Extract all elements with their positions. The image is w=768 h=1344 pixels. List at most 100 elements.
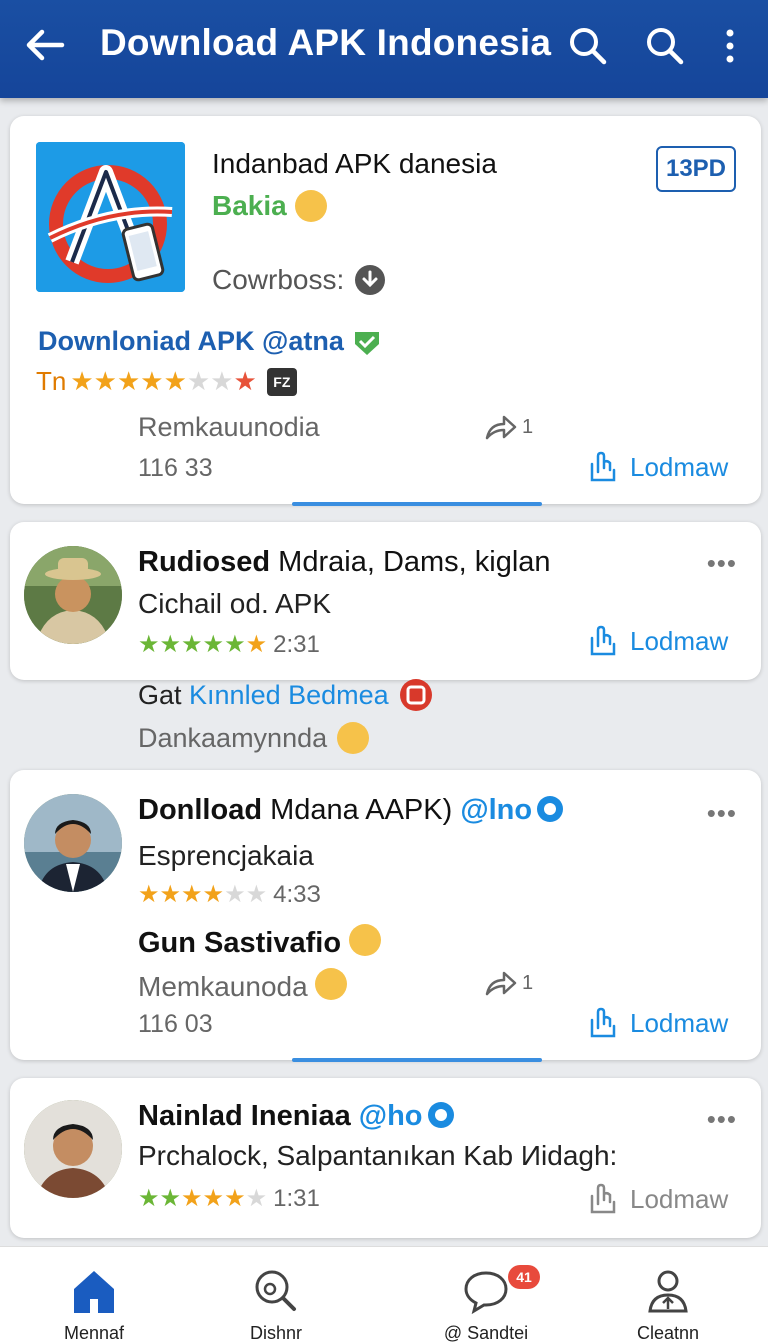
chat-icon (464, 1271, 508, 1315)
reviewer-name: Rudiosed (138, 546, 271, 578)
star-rating-icon: ★★★★★★★★ (70, 366, 257, 396)
more-horiz-icon[interactable]: ••• (707, 798, 737, 829)
review-meta-text: Memkaunoda (138, 971, 308, 1002)
app-download-link[interactable]: Downloniad APK @atna (38, 326, 382, 357)
nav-label: Dishnr (249, 1323, 302, 1343)
share-button[interactable]: 1 (484, 968, 533, 998)
reviewer-name: Nainlad Ineniaa (138, 1100, 351, 1132)
more-horiz-icon[interactable]: ••• (707, 548, 737, 579)
progress-bar (292, 1058, 542, 1062)
download-button[interactable]: Lodmaw (588, 624, 728, 658)
share-button[interactable]: 1 (484, 412, 533, 442)
avatar (24, 794, 122, 892)
download-label[interactable]: Lodmaw (630, 626, 728, 657)
nav-label: @ Sandtei (443, 1323, 529, 1343)
between-link[interactable]: Kınnled Bedmea (189, 680, 389, 710)
avatar-image (24, 546, 122, 644)
avatar-image (24, 1100, 122, 1198)
review-count: 116 03 (138, 1010, 213, 1038)
emoji-face-icon (294, 190, 327, 222)
emoji-face-icon (315, 968, 348, 1000)
app-meta-text: Remkauunodia (138, 412, 320, 442)
emoji-face-icon (349, 924, 382, 956)
avatar-image (24, 794, 122, 892)
download-label[interactable]: Lodmaw (630, 452, 728, 483)
apk-logo-icon (36, 142, 185, 292)
review-title-rest: Mdana AAPK) (262, 794, 453, 826)
between-muted: Dankaamynnda (138, 722, 328, 753)
verified-badge-icon (427, 1102, 454, 1128)
reviewer-name: Donlload (138, 794, 263, 826)
notification-badge: 41 (508, 1265, 540, 1289)
between-line-2: Dankaamynnda (138, 722, 370, 754)
app-bar: Download APK Indonesia (0, 0, 768, 98)
page-title: Download APK Indonesia (100, 22, 552, 63)
review-title: Donlload Mdana AAPK) @lno (138, 794, 564, 827)
nav-discover[interactable]: Dishnr (216, 1267, 336, 1344)
share-arrow-icon (485, 971, 517, 996)
review-subtitle-text: Gun Sastivafio (138, 927, 342, 959)
download-button[interactable]: Lodmaw (588, 450, 728, 484)
review-card[interactable]: Nainlad Ineniaa @ho Prchalock, Salpantan… (10, 1078, 761, 1238)
search-icon[interactable] (566, 24, 610, 68)
review-line: Prchalock, Salpantanıkan Kab Иidagh: (138, 1140, 618, 1171)
download-circle-icon[interactable] (354, 264, 386, 296)
review-line: Esprencjakaia (138, 840, 314, 871)
review-line: Cichail od. APK (138, 588, 331, 619)
red-badge-icon (399, 679, 432, 711)
between-text: Gat Kınnled Bedmea (138, 680, 389, 711)
between-line-1: Gat Kınnled Bedmea (138, 678, 433, 712)
review-card[interactable]: Donlload Mdana AAPK) @lno Esprencjakaia … (10, 770, 761, 1060)
nav-home[interactable]: Mennaf (34, 1267, 154, 1344)
home-icon (74, 1271, 114, 1313)
app-logo (36, 142, 185, 292)
app-card[interactable]: Indanbad APK danesia Bakia Cowrboss: 13P… (10, 116, 761, 504)
app-subtitle: Bakia (212, 190, 327, 222)
search-icon[interactable] (643, 24, 687, 68)
review-title: Rudiosed Mdraia, Dams, kiglan (138, 546, 551, 579)
verified-check-icon (354, 331, 379, 355)
emoji-face-icon (337, 722, 370, 754)
download-hand-icon (590, 451, 616, 482)
nav-label: Cleatnn (636, 1323, 700, 1343)
back-arrow-icon[interactable] (22, 22, 68, 68)
between-plain: Gat (138, 679, 190, 710)
rating-chip: FZ (266, 367, 297, 396)
review-title-rest: Mdraia, Dams, kiglan (270, 546, 551, 578)
developer-name: Cowrboss: (212, 264, 345, 295)
app-meta-count: 116 33 (138, 454, 213, 482)
download-hand-icon (590, 1007, 616, 1038)
app-link-text[interactable]: Downloniad APK @atna (38, 326, 344, 357)
more-vert-icon[interactable] (712, 24, 748, 68)
app-rating: Tn ★★★★★★★★ FZ (36, 366, 297, 397)
review-time: 2:31 (273, 630, 320, 658)
app-developer: Cowrboss: (212, 264, 386, 296)
search-discover-icon (255, 1270, 296, 1311)
nav-label: Mennaf (63, 1323, 125, 1343)
rating-prefix: Tn (36, 366, 67, 396)
download-label[interactable]: Lodmaw (630, 1184, 728, 1215)
review-time: 4:3З (273, 880, 321, 908)
reviewer-handle[interactable]: @lno (460, 794, 532, 826)
avatar (24, 1100, 122, 1198)
download-hand-icon (590, 1183, 616, 1214)
profile-icon (648, 1270, 688, 1313)
progress-bar (292, 502, 542, 506)
app-name: Indanbad APK danesia (212, 148, 497, 179)
share-count: 1 (522, 971, 534, 994)
download-label[interactable]: Lodmaw (630, 1008, 728, 1039)
review-rating: ★★★★★★ 1:31 (138, 1184, 320, 1213)
nav-profile[interactable]: Cleatnn (608, 1267, 728, 1344)
download-button[interactable]: Lodmaw (588, 1006, 728, 1040)
review-title: Nainlad Ineniaa @ho (138, 1100, 455, 1133)
review-card[interactable]: Rudiosed Mdraia, Dams, kiglan Cichail od… (10, 522, 761, 680)
star-rating-icon: ★★★★★★ (138, 881, 268, 908)
avatar (24, 546, 122, 644)
reviewer-handle[interactable]: @ho (359, 1100, 423, 1132)
download-button[interactable]: Lodmaw (588, 1182, 728, 1216)
star-rating-icon: ★★★★★★ (138, 631, 268, 658)
star-rating-icon: ★★★★★★ (138, 1185, 268, 1212)
more-horiz-icon[interactable]: ••• (707, 1104, 737, 1135)
review-time: 1:31 (273, 1184, 320, 1212)
share-count: 1 (522, 415, 534, 438)
